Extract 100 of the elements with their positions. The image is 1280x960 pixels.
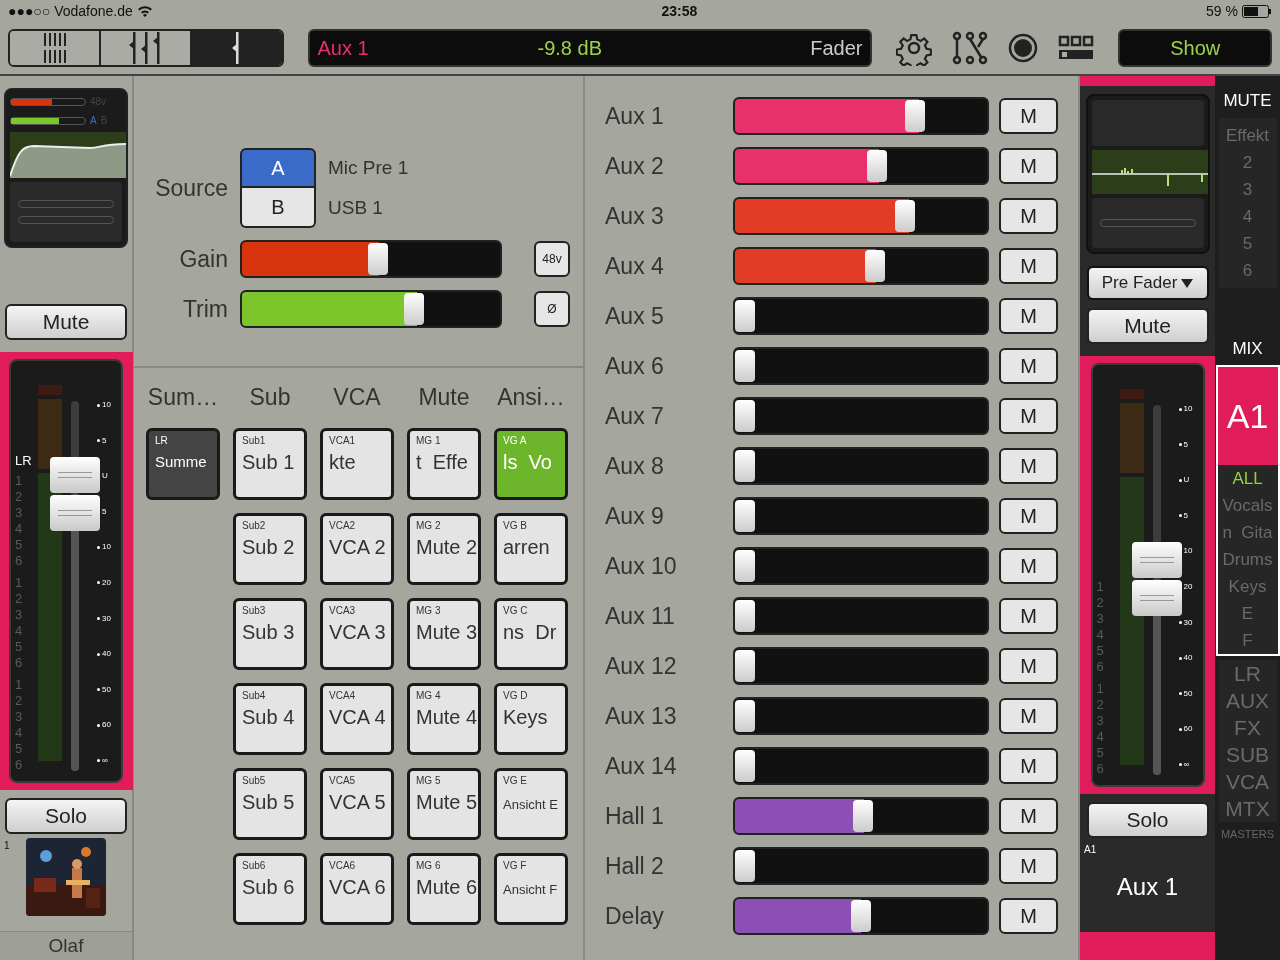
slider-thumb[interactable] [865, 250, 886, 282]
scale-label: 5 [102, 436, 107, 445]
slider-thumb[interactable] [904, 100, 925, 132]
group-button[interactable]: MG 5 Mute 5 [407, 767, 481, 840]
group-number: 6 [15, 757, 23, 773]
view-tab[interactable] [99, 31, 191, 65]
mute-button[interactable]: M [999, 298, 1058, 334]
mute-button[interactable]: M [999, 448, 1058, 484]
group-button[interactable]: VCA5 VCA 5 [320, 767, 394, 840]
group-button[interactable]: Sub6 Sub 6 [233, 852, 307, 925]
slider-thumb[interactable] [735, 350, 756, 382]
group-button[interactable]: VCA2 VCA 2 [320, 512, 394, 585]
mute-button[interactable]: M [999, 648, 1058, 684]
group-button[interactable]: VCA4 VCA 4 [320, 682, 394, 755]
mute-button[interactable]: M [999, 498, 1058, 534]
mute-button[interactable]: M [999, 398, 1058, 434]
view-tab[interactable] [190, 31, 282, 65]
source-option[interactable]: A [240, 148, 316, 188]
group-number: 5 [1096, 643, 1104, 659]
pre-fader-dropdown[interactable]: Pre Fader [1086, 266, 1209, 300]
tick-mark [97, 759, 100, 763]
slider-thumb[interactable] [735, 700, 756, 732]
group-number: 5 [15, 741, 23, 757]
record-icon[interactable] [1008, 33, 1039, 63]
group-number: 4 [15, 725, 23, 741]
group-button[interactable]: VCA3 VCA 3 [320, 597, 394, 670]
group-button[interactable]: Sub4 Sub 4 [233, 682, 307, 755]
mute-button[interactable]: M [999, 348, 1058, 384]
slider-thumb[interactable] [851, 900, 872, 932]
group-button[interactable]: MG 1 t Effe [407, 427, 481, 500]
scale-label: 60 [102, 721, 111, 730]
group-button[interactable]: VG E Ansicht E [494, 767, 568, 840]
slider-thumb[interactable] [735, 650, 756, 682]
view-tab[interactable] [10, 31, 100, 65]
slider-thumb[interactable] [368, 243, 389, 275]
mix-selector[interactable]: A1 [1217, 367, 1278, 465]
scale-label: 10 [1183, 547, 1193, 556]
group-button[interactable]: MG 6 Mute 6 [407, 852, 481, 925]
group-button[interactable]: Sub2 Sub 2 [233, 512, 307, 585]
slider-thumb[interactable] [735, 500, 756, 532]
slider-thumb[interactable] [735, 850, 756, 882]
group-button[interactable]: Sub1 Sub 1 [233, 427, 307, 500]
group-number: 1 [15, 575, 23, 591]
group-button[interactable]: Sub3 Sub 3 [233, 597, 307, 670]
tick-mark [1178, 692, 1182, 696]
group-button[interactable]: VCA6 VCA 6 [320, 852, 394, 925]
group-button[interactable]: VG F Ansicht F [494, 852, 568, 925]
mute-button[interactable]: M [999, 598, 1058, 634]
view-item[interactable]: ALL [1232, 465, 1263, 492]
scale-label: 40 [1183, 654, 1193, 663]
group-button[interactable]: VG C ns Dr [494, 597, 568, 670]
slider-thumb[interactable] [735, 400, 756, 432]
mute-button[interactable]: M [999, 748, 1058, 784]
mute-button[interactable]: M [999, 548, 1058, 584]
group-button[interactable]: Sub5 Sub 5 [233, 767, 307, 840]
source-option[interactable]: B [240, 188, 316, 228]
slider-thumb[interactable] [735, 550, 756, 582]
group-button[interactable]: MG 2 Mute 2 [407, 512, 481, 585]
mute-button[interactable]: Mute [1086, 308, 1209, 344]
group-button[interactable]: VG B arren [494, 512, 568, 585]
tick-mark [97, 439, 100, 443]
slider-thumb[interactable] [403, 293, 424, 325]
mute-button[interactable]: M [999, 198, 1058, 234]
mute-button[interactable]: M [999, 148, 1058, 184]
mute-button[interactable]: Mute [5, 304, 127, 340]
slider-thumb[interactable] [867, 150, 888, 182]
show-button[interactable]: Show [1118, 29, 1272, 67]
mute-button[interactable]: M [999, 698, 1058, 734]
mode-text: Fader [810, 36, 863, 61]
slider-thumb[interactable] [735, 300, 756, 332]
slider-thumb[interactable] [735, 750, 756, 782]
group-number: 2 [1096, 595, 1104, 611]
group-button[interactable]: VG D Keys [494, 682, 568, 755]
solo-button[interactable]: Solo [5, 798, 127, 834]
mute-button[interactable]: M [999, 798, 1058, 834]
group-button[interactable]: MG 4 Mute 4 [407, 682, 481, 755]
group-button[interactable]: VCA1 kte [320, 427, 394, 500]
fader-handle[interactable] [1131, 541, 1182, 616]
slider-thumb[interactable] [735, 450, 756, 482]
scale-label: 60 [1183, 725, 1193, 734]
solo-button[interactable]: Solo [1086, 802, 1209, 838]
slider-thumb[interactable] [895, 200, 916, 232]
mute-button[interactable]: M [999, 248, 1058, 284]
source-a-text: A [90, 114, 97, 128]
mute-button[interactable]: M [999, 898, 1058, 934]
mute-button[interactable]: M [999, 98, 1058, 134]
group-button[interactable]: LR Summe [146, 427, 220, 500]
slider-thumb[interactable] [853, 800, 874, 832]
aux-name: Aux 7 [605, 401, 665, 431]
tick-mark [97, 723, 100, 727]
fader-handle[interactable] [50, 456, 100, 531]
group-button[interactable]: MG 3 Mute 3 [407, 597, 481, 670]
mute-button[interactable]: M [999, 848, 1058, 884]
option-button[interactable]: Ø [534, 291, 570, 327]
routing-icon[interactable] [952, 30, 989, 66]
channel-tag: A1 [1080, 842, 1215, 857]
grid-icon[interactable] [1058, 35, 1095, 61]
option-button[interactable]: 48v [534, 241, 570, 277]
aux-name: Aux 3 [605, 201, 665, 231]
slider-thumb[interactable] [735, 600, 756, 632]
